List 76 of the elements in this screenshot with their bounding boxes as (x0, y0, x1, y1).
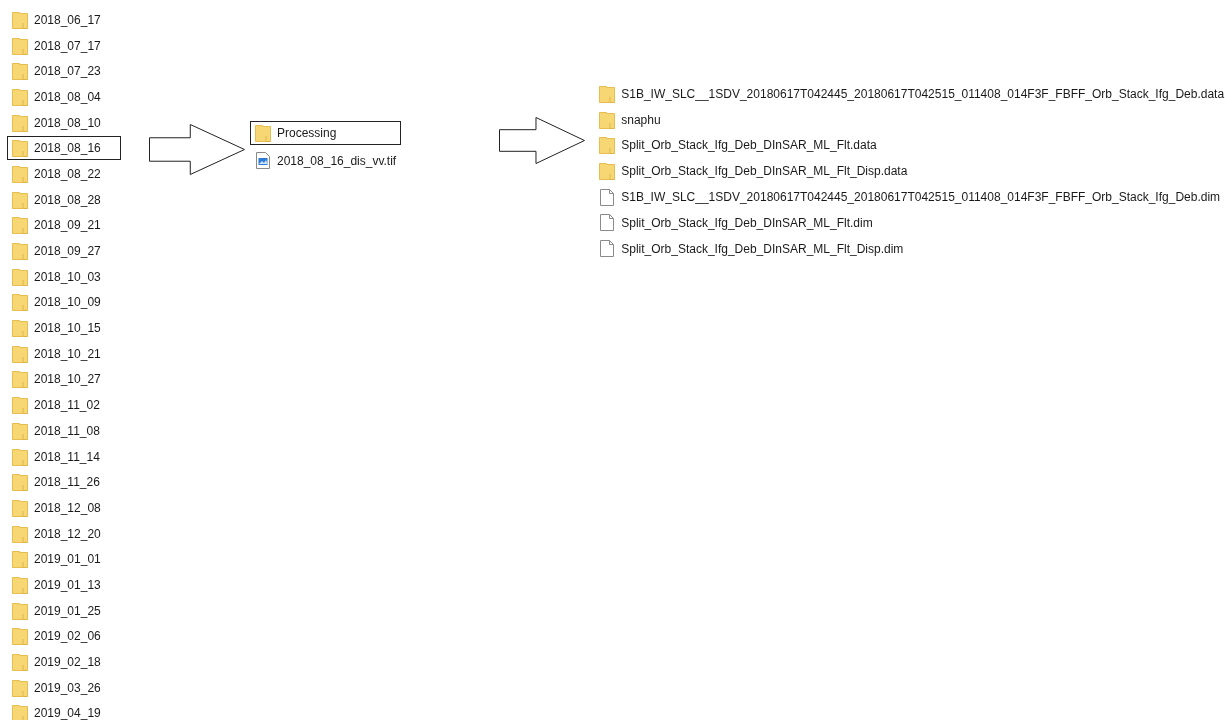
folder-icon (12, 627, 28, 646)
folder-icon (12, 498, 28, 517)
file-item[interactable]: 2018_09_21 (7, 212, 121, 239)
folder-icon (12, 139, 28, 158)
file-item[interactable]: 2019_04_19 (7, 700, 121, 720)
file-item[interactable]: Processing (250, 120, 402, 145)
folder-icon (12, 344, 28, 363)
folder-icon (12, 704, 28, 720)
file-item[interactable]: 2019_03_26 (7, 674, 121, 701)
folder-icon (599, 110, 616, 129)
file-item[interactable]: 2019_01_13 (7, 572, 121, 598)
folder-icon (599, 136, 616, 155)
file-item[interactable]: 2018_12_08 (7, 495, 121, 521)
folder-icon (599, 84, 616, 103)
folder-icon (12, 216, 28, 235)
folder-icon (12, 10, 28, 29)
folder-icon (12, 242, 28, 261)
file-item[interactable]: 2018_11_26 (7, 469, 121, 496)
file-item[interactable]: 2018_10_03 (7, 263, 121, 290)
folder-icon (12, 421, 28, 440)
folder-icon (12, 524, 28, 543)
folder-icon (12, 601, 28, 620)
file-item[interactable]: Split_Orb_Stack_Ifg_Deb_DInSAR_ML_Flt_Disp.dim (594, 235, 1225, 262)
file-item[interactable]: 2018_11_14 (7, 443, 121, 470)
file-item[interactable]: 2018_08_16_dis_vv.tif (250, 145, 402, 176)
folder-icon (12, 293, 28, 312)
folder-icon (12, 267, 28, 286)
document-icon (600, 188, 615, 206)
file-item[interactable]: 2018_08_22 (7, 161, 121, 187)
arrow-icon (499, 117, 586, 164)
file-item[interactable]: 2019_02_06 (7, 623, 121, 650)
document-icon (600, 214, 615, 232)
file-item[interactable]: 2018_10_15 (7, 315, 121, 341)
file-item[interactable]: 2018_08_04 (7, 84, 121, 110)
arrow-icon (149, 124, 245, 175)
file-item[interactable]: 2019_01_25 (7, 597, 121, 624)
folder-icon (12, 575, 28, 594)
file-item[interactable]: 2018_11_08 (7, 418, 121, 444)
folder-icon (12, 473, 28, 492)
file-item[interactable]: 2018_08_28 (7, 186, 121, 213)
folder-icon (12, 678, 28, 697)
file-item[interactable]: 2018_09_27 (7, 238, 121, 264)
folder-icon (12, 190, 28, 209)
folder-icon (12, 447, 28, 466)
folder-icon (12, 319, 28, 338)
file-item[interactable]: snaphu (594, 106, 1225, 133)
file-item[interactable]: 2019_01_01 (7, 546, 121, 573)
document-icon (600, 240, 615, 258)
file-item[interactable]: Split_Orb_Stack_Ifg_Deb_DInSAR_ML_Flt_Disp.data (594, 158, 1225, 185)
folder-icon (12, 62, 28, 81)
file-item[interactable]: 2018_08_10 (7, 109, 121, 136)
file-item[interactable]: 2018_12_20 (7, 520, 121, 547)
file-item[interactable]: 2018_06_17 (7, 7, 121, 33)
file-item[interactable]: 2018_07_23 (7, 58, 121, 85)
folder-icon (599, 162, 616, 181)
file-item[interactable]: 2018_10_21 (7, 340, 121, 367)
file-item[interactable]: Split_Orb_Stack_Ifg_Deb_DInSAR_ML_Flt.data (594, 132, 1225, 159)
folder-icon (12, 370, 28, 389)
folder-icon (12, 396, 28, 415)
file-item[interactable]: 2018_10_27 (7, 366, 121, 393)
folder-icon (12, 164, 28, 183)
folder-icon (12, 550, 28, 569)
file-item[interactable]: 2018_11_02 (7, 392, 121, 418)
file-item[interactable]: 2018_07_17 (7, 32, 121, 59)
file-item[interactable]: S1B_IW_SLC__1SDV_20180617T042445_20180617T042515_011408_014F3F_FBFF_Orb_Stack_Ifg_Deb.data (594, 81, 1225, 107)
folder-icon (255, 123, 271, 142)
file-item[interactable]: 2018_10_09 (7, 289, 121, 316)
folder-icon (12, 87, 28, 106)
file-item[interactable]: Split_Orb_Stack_Ifg_Deb_DInSAR_ML_Flt.dim (594, 210, 1225, 236)
file-item[interactable]: 2018_08_16 (7, 136, 121, 161)
file-item[interactable]: 2019_02_18 (7, 649, 121, 675)
folder-icon (12, 36, 28, 55)
image-file-icon (256, 152, 270, 170)
folder-icon (12, 653, 28, 672)
file-item[interactable]: S1B_IW_SLC__1SDV_20180617T042445_20180617T042515_011408_014F3F_FBFF_Orb_Stack_Ifg_Deb.dim (594, 184, 1225, 210)
folder-icon (12, 113, 28, 132)
